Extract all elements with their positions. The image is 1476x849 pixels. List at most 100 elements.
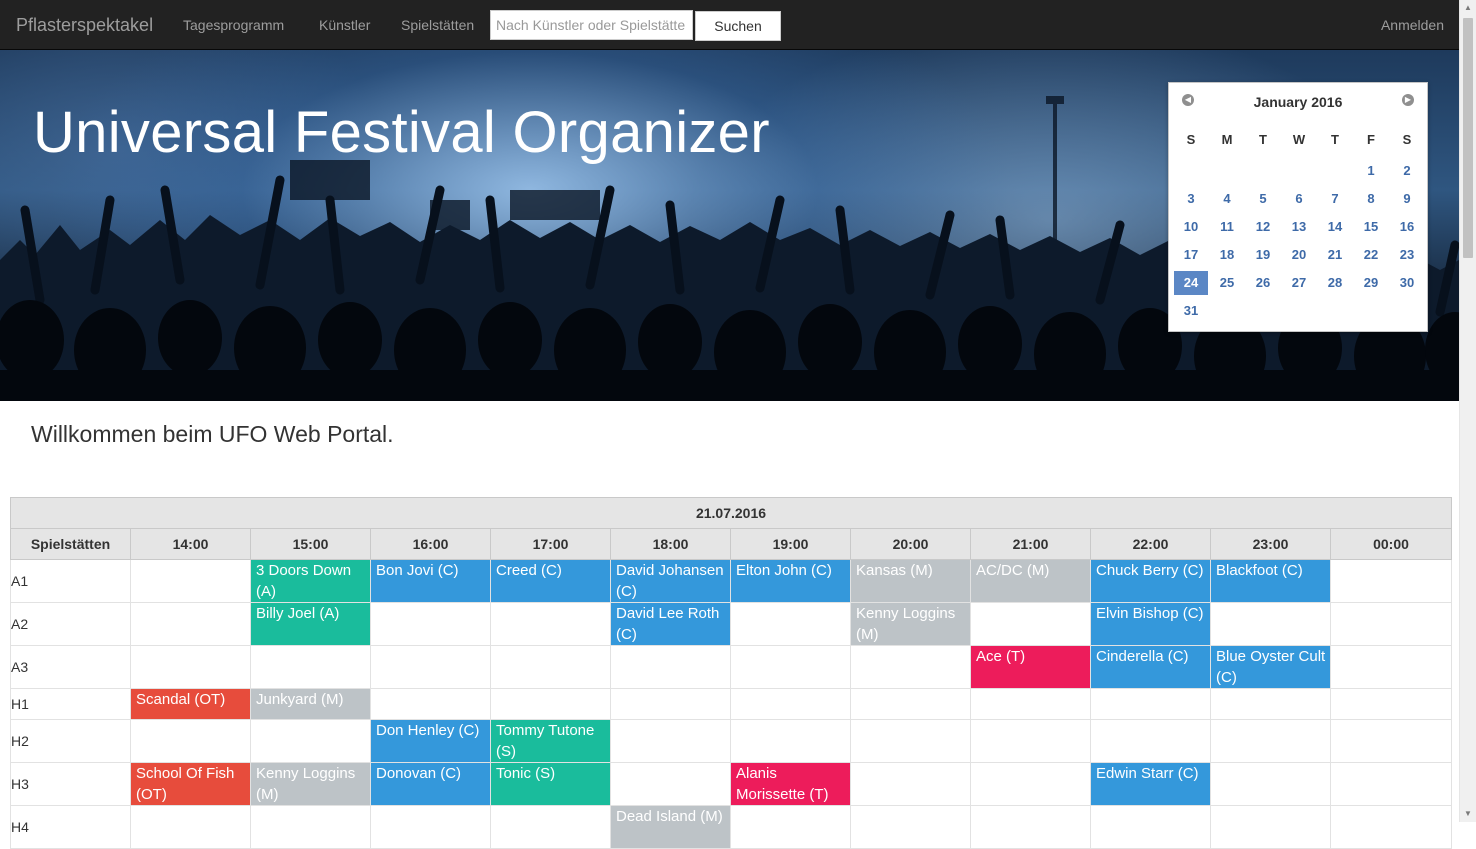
performance-event[interactable]: Billy Joel (A) [251,603,370,645]
performance-event[interactable]: David Johansen (C) [611,560,730,602]
chevron-right-icon[interactable]: ▶ [1402,94,1414,106]
schedule-cell [610,688,731,720]
calendar-day[interactable]: 8 [1354,187,1388,211]
weekday-header: M [1221,132,1233,147]
performance-event[interactable]: Elton John (C) [731,560,850,602]
calendar-day[interactable]: 3 [1174,187,1208,211]
performance-event[interactable]: Kenny Loggins (M) [251,763,370,805]
venue-row: A3 Ace (T) Cinderella (C) Blue Oyster Cult … [10,645,1453,689]
schedule-cell [370,688,491,720]
calendar-day[interactable]: 19 [1246,243,1280,267]
performance-event[interactable]: Kansas (M) [851,560,970,602]
calendar-day[interactable]: 4 [1210,187,1244,211]
calendar-day[interactable]: 23 [1390,243,1424,267]
calendar-day[interactable]: 26 [1246,271,1280,295]
calendar-day[interactable]: 22 [1354,243,1388,267]
performance-event[interactable]: Scandal (OT) [131,689,250,719]
schedule-cell [130,645,251,689]
scroll-up-icon[interactable]: ▲ [1460,0,1476,16]
schedule-cell: David Lee Roth (C) [610,602,731,646]
search-button[interactable]: Suchen [695,11,781,41]
calendar-day[interactable]: 18 [1210,243,1244,267]
performance-event[interactable]: AC/DC (M) [971,560,1090,602]
venue-label: H2 [10,719,131,763]
calendar-day[interactable]: 27 [1282,271,1316,295]
scrollbar-thumb[interactable] [1463,18,1473,258]
time-slot-header: 20:00 [850,528,971,560]
calendar-day[interactable]: 31 [1174,299,1208,323]
schedule-cell [970,688,1091,720]
time-slot-header: 23:00 [1210,528,1331,560]
schedule-cell [1090,805,1211,849]
schedule-date: 21.07.2016 [9,497,1453,529]
weekday-header: S [1186,132,1196,147]
schedule-cell: Don Henley (C) [370,719,491,763]
calendar-day[interactable]: 15 [1354,215,1388,239]
performance-event[interactable]: Alanis Morissette (T) [731,763,850,805]
schedule-cell [490,645,611,689]
calendar-day[interactable]: 30 [1390,271,1424,295]
calendar-day[interactable]: 2 [1390,159,1424,183]
calendar-day[interactable]: 25 [1210,271,1244,295]
calendar-day[interactable]: 17 [1174,243,1208,267]
performance-event[interactable]: Edwin Starr (C) [1091,763,1210,805]
calendar-day[interactable]: 10 [1174,215,1208,239]
chevron-left-icon[interactable]: ◀ [1182,94,1194,106]
search-input[interactable] [490,10,693,40]
performance-event[interactable]: Creed (C) [491,560,610,602]
login-link[interactable]: Anmelden [1381,17,1444,33]
calendar-day[interactable]: 21 [1318,243,1352,267]
calendar-day-selected[interactable]: 24 [1174,271,1208,295]
calendar-day[interactable]: 7 [1318,187,1352,211]
performance-event[interactable]: Tonic (S) [491,763,610,805]
calendar-day[interactable]: 29 [1354,271,1388,295]
calendar-day[interactable]: 11 [1210,215,1244,239]
performance-event[interactable]: Tommy Tutone (S) [491,720,610,762]
schedule-cell [1329,688,1453,720]
performance-event[interactable]: Junkyard (M) [251,689,370,719]
performance-event[interactable]: Elvin Bishop (C) [1091,603,1210,645]
schedule-cell: Billy Joel (A) [250,602,371,646]
performance-event[interactable]: Chuck Berry (C) [1091,560,1210,602]
schedule-cell [490,602,611,646]
venue-label: A1 [10,559,131,603]
performance-event[interactable]: Dead Island (M) [611,806,730,848]
calendar-day[interactable]: 6 [1282,187,1316,211]
calendar-day[interactable]: 20 [1282,243,1316,267]
schedule-cell [970,719,1091,763]
weekday-header: W [1292,132,1306,147]
performance-event[interactable]: School Of Fish (OT) [131,763,250,805]
top-navbar: Pflasterspektakel Tagesprogramm Künstler… [0,0,1459,50]
nav-link-kuenstler[interactable]: Künstler [319,17,370,33]
schedule-cell: Blue Oyster Cult (C) [1210,645,1331,689]
performance-event[interactable]: Cinderella (C) [1091,646,1210,688]
calendar-day[interactable]: 13 [1282,215,1316,239]
performance-event[interactable]: Donovan (C) [371,763,490,805]
calendar-day[interactable]: 16 [1390,215,1424,239]
nav-link-tagesprogramm[interactable]: Tagesprogramm [183,17,284,33]
performance-event[interactable]: Ace (T) [971,646,1090,688]
weekday-header: F [1367,132,1375,147]
schedule-cell [730,645,851,689]
performance-event[interactable]: David Lee Roth (C) [611,603,730,645]
performance-event[interactable]: Blue Oyster Cult (C) [1211,646,1330,688]
calendar-day[interactable]: 5 [1246,187,1280,211]
schedule-cell [1210,688,1331,720]
performance-event[interactable]: Blackfoot (C) [1211,560,1330,602]
performance-event[interactable]: Don Henley (C) [371,720,490,762]
calendar-day[interactable]: 12 [1246,215,1280,239]
performance-event[interactable]: Kenny Loggins (M) [851,603,970,645]
calendar-day[interactable]: 1 [1354,159,1388,183]
schedule-cell [730,805,851,849]
nav-link-spielstaetten[interactable]: Spielstätten [401,17,474,33]
brand-link[interactable]: Pflasterspektakel [16,15,153,36]
scroll-down-icon[interactable]: ▼ [1460,806,1476,822]
performance-event[interactable]: 3 Doors Down (A) [251,560,370,602]
schedule-cell [370,645,491,689]
page-scrollbar[interactable]: ▲ ▼ [1459,0,1476,822]
schedule-cell [130,559,251,603]
calendar-day[interactable]: 9 [1390,187,1424,211]
performance-event[interactable]: Bon Jovi (C) [371,560,490,602]
calendar-day[interactable]: 14 [1318,215,1352,239]
calendar-day[interactable]: 28 [1318,271,1352,295]
